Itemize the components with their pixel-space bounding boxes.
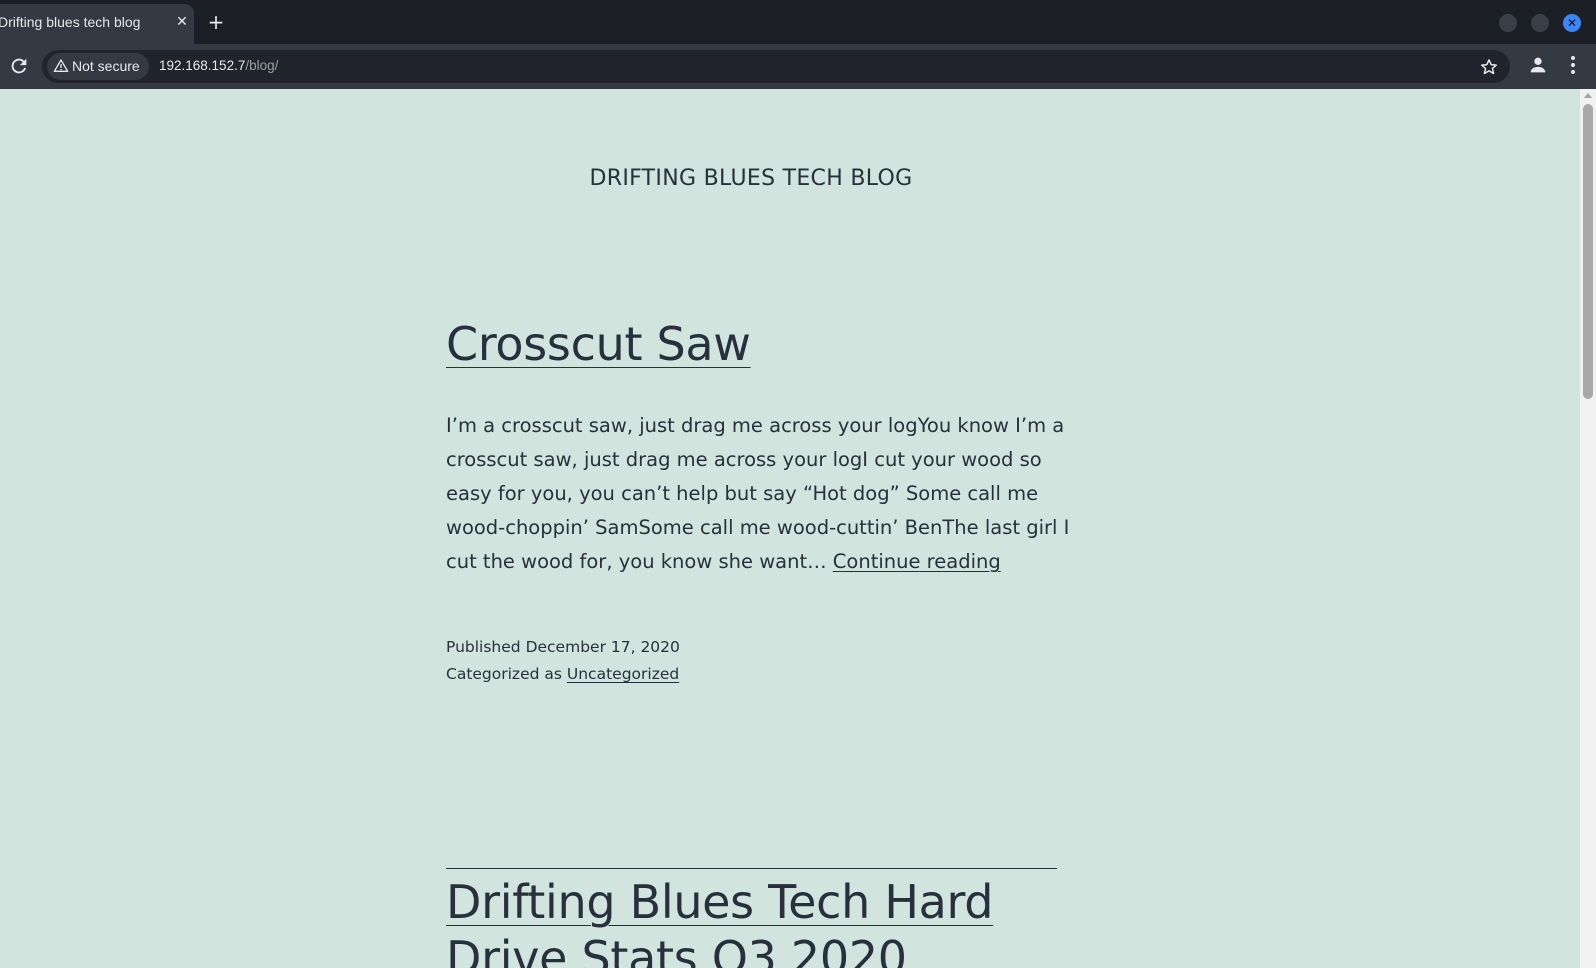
published-date: December 17, 2020 [525,638,680,656]
tab-strip: Drifting blues tech blog ✕ + ✕ [0,0,1596,44]
address-bar[interactable]: Not secure 192.168.152.7/blog/ [42,50,1510,83]
post-excerpt: I’m a crosscut saw, just drag me across … [446,409,1071,579]
post-separator [446,868,1057,869]
page-viewport: DRIFTING BLUES TECH BLOG Crosscut Saw I’… [0,89,1596,968]
new-tab-button[interactable]: + [206,12,226,32]
scrollbar-thumb[interactable] [1583,104,1593,399]
profile-icon[interactable] [1527,54,1549,76]
star-icon[interactable] [1479,57,1499,77]
category-prefix: Categorized as [446,665,562,683]
url-path: /blog/ [245,58,279,73]
security-chip[interactable]: Not secure [47,53,149,80]
security-label: Not secure [72,58,140,74]
tab-title: Drifting blues tech blog [0,14,141,30]
post-published: Published December 17, 2020 [446,638,680,656]
url-text[interactable]: 192.168.152.7/blog/ [159,58,278,73]
browser-toolbar: Not secure 192.168.152.7/blog/ [0,44,1596,89]
published-prefix: Published [446,638,521,656]
post-category: Categorized as Uncategorized [446,665,679,683]
scroll-up-arrow-icon[interactable] [1584,93,1592,98]
maximize-button[interactable] [1531,14,1549,32]
site-title[interactable]: DRIFTING BLUES TECH BLOG [0,166,1502,191]
post-title-text: Drifting Blues Tech Hard Drive Stats Q3 … [446,875,994,968]
active-tab[interactable]: Drifting blues tech blog ✕ [0,4,194,44]
minimize-button[interactable] [1499,14,1517,32]
close-tab-icon[interactable]: ✕ [172,12,192,32]
reload-icon[interactable] [8,55,30,77]
menu-icon[interactable] [1563,54,1583,76]
post-title-link[interactable]: Drifting Blues Tech Hard Drive Stats Q3 … [446,874,1086,968]
continue-reading-link[interactable]: Continue reading [833,550,1001,573]
url-host: 192.168.152.7 [159,58,246,73]
vertical-scrollbar[interactable] [1580,89,1596,968]
warning-icon [53,59,69,72]
close-window-button[interactable]: ✕ [1563,14,1581,32]
category-link[interactable]: Uncategorized [567,665,679,683]
post-title-link[interactable]: Crosscut Saw [446,317,751,371]
